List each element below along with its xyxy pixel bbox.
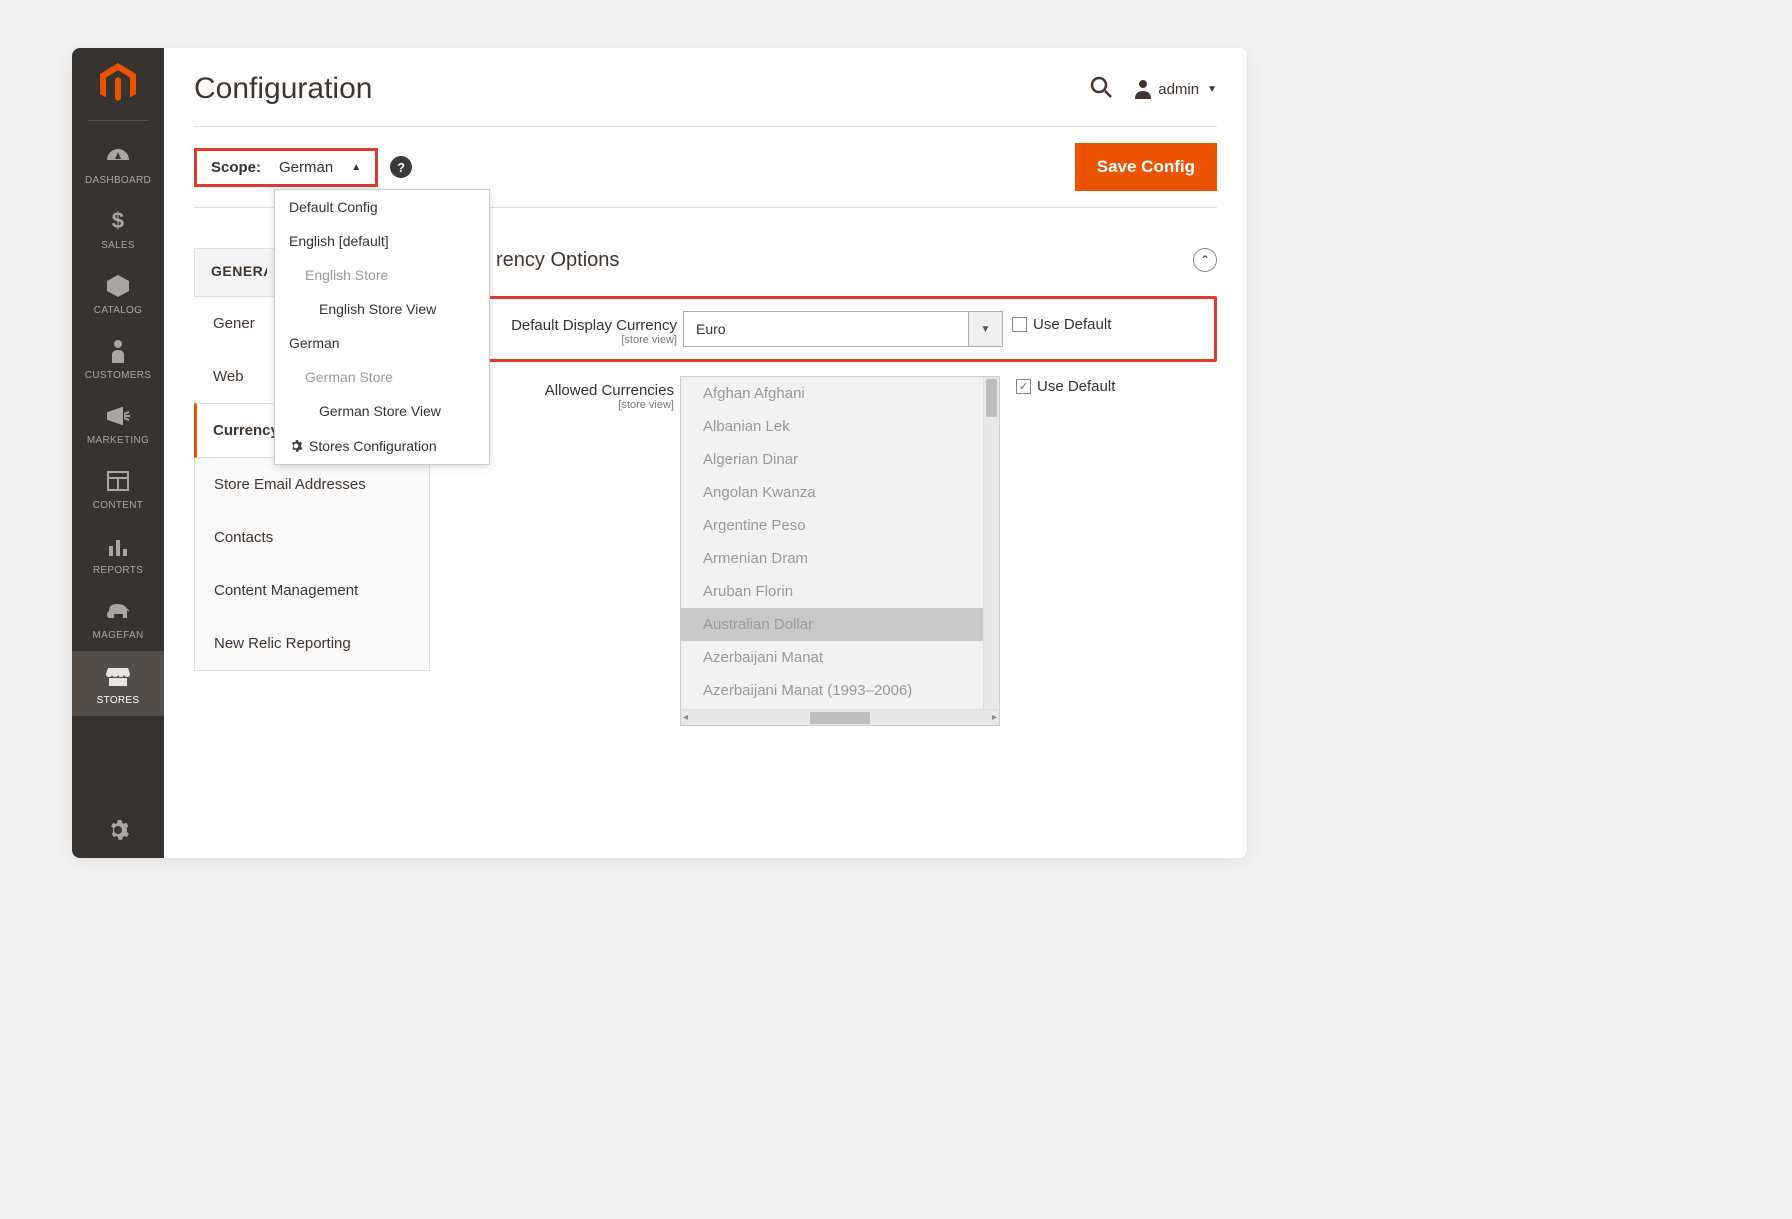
nav-label: CATALOG — [94, 305, 142, 316]
user-menu[interactable]: admin ▼ — [1134, 79, 1217, 99]
nav-label: MARKETING — [87, 435, 149, 446]
section-item-store-email[interactable]: Store Email Addresses — [195, 458, 429, 511]
chevron-up-icon: ⌃ — [1200, 253, 1210, 267]
use-default-label: Use Default — [1037, 378, 1115, 395]
layout-icon — [107, 468, 129, 494]
user-icon — [1134, 79, 1152, 99]
config-panel: rency Options ⌃ Default Display Currency… — [430, 248, 1217, 736]
stores-config-label: Stores Configuration — [309, 438, 437, 454]
section-item-contacts[interactable]: Contacts — [195, 511, 429, 564]
dollar-icon: $ — [112, 208, 125, 234]
help-icon[interactable]: ? — [390, 156, 412, 178]
save-config-button[interactable]: Save Config — [1075, 143, 1217, 191]
section-item-content-mgmt[interactable]: Content Management — [195, 564, 429, 617]
allowed-currencies-multiselect[interactable]: Afghan Afghani Albanian Lek Algerian Din… — [680, 376, 1000, 726]
nav-reports[interactable]: REPORTS — [72, 521, 164, 586]
scope-dropdown: Default Config English [default] English… — [274, 189, 490, 465]
nav-label: DASHBOARD — [85, 175, 151, 186]
chevron-down-icon: ▼ — [1207, 84, 1217, 95]
list-item[interactable]: Armenian Dram — [681, 542, 983, 575]
nav-system[interactable] — [72, 808, 164, 852]
list-item[interactable]: Afghan Afghani — [681, 377, 983, 410]
list-item[interactable]: Algerian Dinar — [681, 443, 983, 476]
gauge-icon — [105, 143, 131, 169]
select-value: Euro — [684, 321, 968, 337]
default-display-currency-select[interactable]: Euro ▼ — [683, 311, 1003, 347]
collapse-toggle[interactable]: ⌃ — [1193, 248, 1217, 272]
scope-option[interactable]: English [default] — [275, 224, 489, 258]
field-allowed-currencies: Allowed Currencies [store view] Afghan A… — [460, 376, 1217, 726]
nav-stores[interactable]: STORES — [72, 651, 164, 716]
person-icon — [110, 338, 126, 364]
scope-option[interactable]: Default Config — [275, 190, 489, 224]
scope-control-group: Scope: German ▲ ? — [194, 148, 412, 187]
field-label: Default Display Currency — [463, 317, 677, 334]
scope-bar: Scope: German ▲ ? Save Config Default Co… — [194, 127, 1217, 207]
page-title: Configuration — [194, 72, 372, 106]
sidebar-divider — [88, 120, 148, 121]
nav-dashboard[interactable]: DASHBOARD — [72, 131, 164, 196]
scope-option[interactable]: German Store View — [275, 394, 489, 428]
page-header: Configuration admin ▼ — [194, 48, 1217, 126]
nav-magefan[interactable]: MAGEFAN — [72, 586, 164, 651]
scope-option[interactable]: English Store View — [275, 292, 489, 326]
list-item[interactable]: Aruban Florin — [681, 575, 983, 608]
field-label: Allowed Currencies — [460, 382, 674, 399]
chevron-up-icon: ▲ — [351, 162, 361, 173]
app-window: DASHBOARD $ SALES CATALOG CUSTOMERS MARK… — [72, 48, 1247, 858]
list-item[interactable]: Australian Dollar — [681, 608, 983, 641]
elephant-icon — [105, 598, 131, 624]
box-icon — [106, 273, 130, 299]
scope-label: Scope: — [211, 159, 261, 176]
scope-value: German — [279, 159, 333, 176]
panel-header: rency Options ⌃ — [460, 248, 1217, 272]
scope-selector[interactable]: Scope: German ▲ — [194, 148, 378, 187]
admin-sidebar: DASHBOARD $ SALES CATALOG CUSTOMERS MARK… — [72, 48, 164, 858]
user-label: admin — [1158, 81, 1199, 98]
section-group-label: GENERAL — [211, 263, 267, 279]
scope-stores-config[interactable]: Stores Configuration — [275, 428, 489, 464]
header-actions: admin ▼ — [1090, 76, 1217, 103]
nav-customers[interactable]: CUSTOMERS — [72, 326, 164, 391]
gear-icon — [106, 818, 130, 842]
scope-option-disabled: German Store — [275, 360, 489, 394]
use-default-checkbox-allowed[interactable]: ✓ — [1016, 379, 1031, 394]
field-scope: [store view] — [460, 399, 674, 411]
megaphone-icon — [106, 403, 130, 429]
search-icon[interactable] — [1090, 76, 1112, 103]
nav-label: CUSTOMERS — [85, 370, 151, 381]
nav-label: REPORTS — [93, 565, 143, 576]
list-item[interactable]: Argentine Peso — [681, 509, 983, 542]
vertical-scrollbar[interactable] — [983, 377, 999, 709]
scope-option[interactable]: German — [275, 326, 489, 360]
list-item[interactable]: Angolan Kwanza — [681, 476, 983, 509]
section-item-new-relic[interactable]: New Relic Reporting — [195, 617, 429, 670]
nav-sales[interactable]: $ SALES — [72, 196, 164, 261]
nav-label: CONTENT — [93, 500, 143, 511]
gear-icon — [289, 439, 303, 453]
nav-marketing[interactable]: MARKETING — [72, 391, 164, 456]
main-content: Configuration admin ▼ Scope: German ▲ — [164, 48, 1247, 858]
nav-label: MAGEFAN — [93, 630, 144, 641]
use-default-checkbox-display[interactable] — [1012, 317, 1027, 332]
field-scope: [store view] — [463, 334, 677, 346]
nav-label: SALES — [101, 240, 135, 251]
list-item[interactable]: Azerbaijani Manat (1993–2006) — [681, 674, 983, 707]
use-default-label: Use Default — [1033, 316, 1111, 333]
bars-icon — [107, 533, 129, 559]
chevron-down-icon: ▼ — [968, 312, 1002, 346]
scope-option-disabled: English Store — [275, 258, 489, 292]
magento-logo[interactable] — [94, 60, 142, 108]
list-item[interactable]: Albanian Lek — [681, 410, 983, 443]
nav-content[interactable]: CONTENT — [72, 456, 164, 521]
nav-label: STORES — [97, 695, 140, 706]
horizontal-scrollbar[interactable]: ◂▸ — [681, 709, 999, 725]
list-item[interactable]: Azerbaijani Manat — [681, 641, 983, 674]
storefront-icon — [106, 663, 130, 689]
nav-catalog[interactable]: CATALOG — [72, 261, 164, 326]
